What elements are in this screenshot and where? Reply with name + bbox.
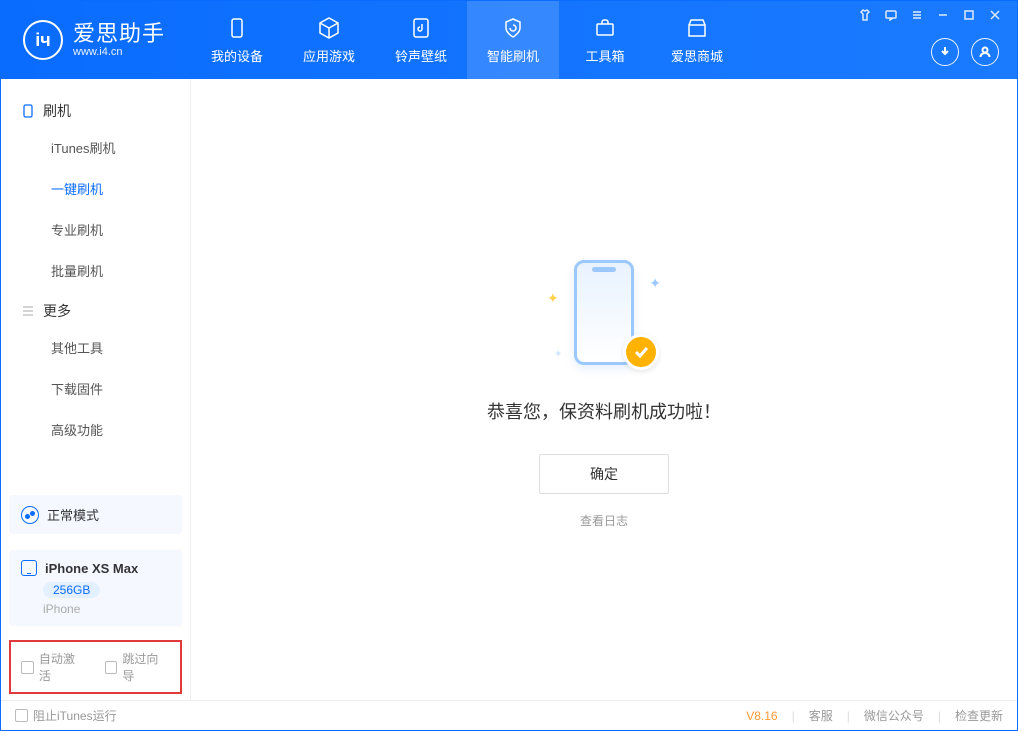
maximize-button[interactable] <box>957 5 981 25</box>
device-type: iPhone <box>43 602 170 616</box>
download-button[interactable] <box>931 38 959 66</box>
check-badge-icon <box>623 334 659 370</box>
footer-link-wechat[interactable]: 微信公众号 <box>864 707 924 724</box>
minimize-button[interactable] <box>931 5 955 25</box>
checkbox-label: 跳过向导 <box>122 650 170 684</box>
app-window: iч 爱思助手 www.i4.cn 我的设备 应用游戏 铃声壁纸 智能刷机 <box>0 0 1018 731</box>
feedback-icon[interactable] <box>879 5 903 25</box>
checkbox-icon <box>21 661 34 674</box>
toolbox-icon <box>592 15 618 41</box>
window-controls <box>853 1 1007 25</box>
footer-link-support[interactable]: 客服 <box>809 707 833 724</box>
footer-link-update[interactable]: 检查更新 <box>955 707 1003 724</box>
user-controls <box>931 25 1007 79</box>
logo-area: iч 爱思助手 www.i4.cn <box>1 1 191 79</box>
device-name: iPhone XS Max <box>45 561 138 576</box>
device-name-row: iPhone XS Max <box>21 560 170 576</box>
options-highlight-box: 自动激活 跳过向导 <box>9 640 182 694</box>
sidebar-item-oneclick-flash[interactable]: 一键刷机 <box>1 168 190 209</box>
logo-icon: iч <box>23 20 63 60</box>
ok-button[interactable]: 确定 <box>539 454 669 494</box>
nav-label: 工具箱 <box>585 46 624 65</box>
menu-icon[interactable] <box>905 5 929 25</box>
shirt-icon[interactable] <box>853 5 877 25</box>
sidebar-group-more: 更多 <box>1 291 190 327</box>
sidebar: 刷机 iTunes刷机 一键刷机 专业刷机 批量刷机 更多 其他工具 下载固件 … <box>1 79 191 700</box>
cube-icon <box>316 15 342 41</box>
checkbox-icon <box>15 709 28 722</box>
nav-label: 我的设备 <box>211 46 263 65</box>
sidebar-item-pro-flash[interactable]: 专业刷机 <box>1 209 190 250</box>
top-nav: 我的设备 应用游戏 铃声壁纸 智能刷机 工具箱 爱思商城 <box>191 1 743 79</box>
checkbox-label: 自动激活 <box>39 650 87 684</box>
phone-icon <box>224 15 250 41</box>
success-illustration: ✦ ✦ ✦ <box>539 250 669 380</box>
header: iч 爱思助手 www.i4.cn 我的设备 应用游戏 铃声壁纸 智能刷机 <box>1 1 1017 79</box>
music-file-icon <box>408 15 434 41</box>
body: 刷机 iTunes刷机 一键刷机 专业刷机 批量刷机 更多 其他工具 下载固件 … <box>1 79 1017 700</box>
sidebar-item-itunes-flash[interactable]: iTunes刷机 <box>1 127 190 168</box>
checkbox-auto-activate[interactable]: 自动激活 <box>21 650 87 684</box>
app-url: www.i4.cn <box>73 46 165 58</box>
sidebar-group-flash: 刷机 <box>1 91 190 127</box>
phone-outline-icon <box>21 104 35 118</box>
checkbox-skip-guide[interactable]: 跳过向导 <box>105 650 171 684</box>
nav-my-device[interactable]: 我的设备 <box>191 1 283 79</box>
nav-label: 应用游戏 <box>303 46 355 65</box>
device-mode-box[interactable]: 正常模式 <box>9 495 182 534</box>
list-icon <box>21 304 35 318</box>
nav-toolbox[interactable]: 工具箱 <box>559 1 651 79</box>
checkbox-label: 阻止iTunes运行 <box>33 707 117 724</box>
sidebar-item-advanced[interactable]: 高级功能 <box>1 409 190 450</box>
footer-right: V8.16 | 客服 | 微信公众号 | 检查更新 <box>746 707 1003 724</box>
sparkle-icon: ✦ <box>547 290 559 307</box>
device-mode: 正常模式 <box>47 505 99 524</box>
nav-label: 铃声壁纸 <box>395 46 447 65</box>
device-info-box[interactable]: iPhone XS Max 256GB iPhone <box>9 550 182 626</box>
header-right <box>853 1 1017 79</box>
sparkle-icon: ✦ <box>649 275 661 292</box>
nav-ringtone-wallpaper[interactable]: 铃声壁纸 <box>375 1 467 79</box>
mode-icon <box>21 506 39 524</box>
view-log-link[interactable]: 查看日志 <box>580 512 628 529</box>
sidebar-scroll: 刷机 iTunes刷机 一键刷机 专业刷机 批量刷机 更多 其他工具 下载固件 … <box>1 79 190 487</box>
nav-label: 爱思商城 <box>671 46 723 65</box>
sparkle-icon: ✦ <box>554 349 562 360</box>
sidebar-item-batch-flash[interactable]: 批量刷机 <box>1 250 190 291</box>
close-button[interactable] <box>983 5 1007 25</box>
main-content: ✦ ✦ ✦ 恭喜您，保资料刷机成功啦！ 确定 查看日志 <box>191 79 1017 700</box>
shield-refresh-icon <box>500 15 526 41</box>
sidebar-item-other-tools[interactable]: 其他工具 <box>1 327 190 368</box>
app-name: 爱思助手 <box>73 22 165 46</box>
nav-label: 智能刷机 <box>487 46 539 65</box>
checkbox-icon <box>105 661 118 674</box>
nav-smart-flash[interactable]: 智能刷机 <box>467 1 559 79</box>
version-label: V8.16 <box>746 709 777 723</box>
nav-apps-games[interactable]: 应用游戏 <box>283 1 375 79</box>
device-capacity: 256GB <box>43 582 100 598</box>
footer: 阻止iTunes运行 V8.16 | 客服 | 微信公众号 | 检查更新 <box>1 700 1017 730</box>
user-button[interactable] <box>971 38 999 66</box>
nav-store[interactable]: 爱思商城 <box>651 1 743 79</box>
success-message: 恭喜您，保资料刷机成功啦！ <box>487 398 721 424</box>
device-icon <box>21 560 37 576</box>
checkbox-block-itunes[interactable]: 阻止iTunes运行 <box>15 707 117 724</box>
sidebar-item-download-firmware[interactable]: 下载固件 <box>1 368 190 409</box>
store-icon <box>684 15 710 41</box>
